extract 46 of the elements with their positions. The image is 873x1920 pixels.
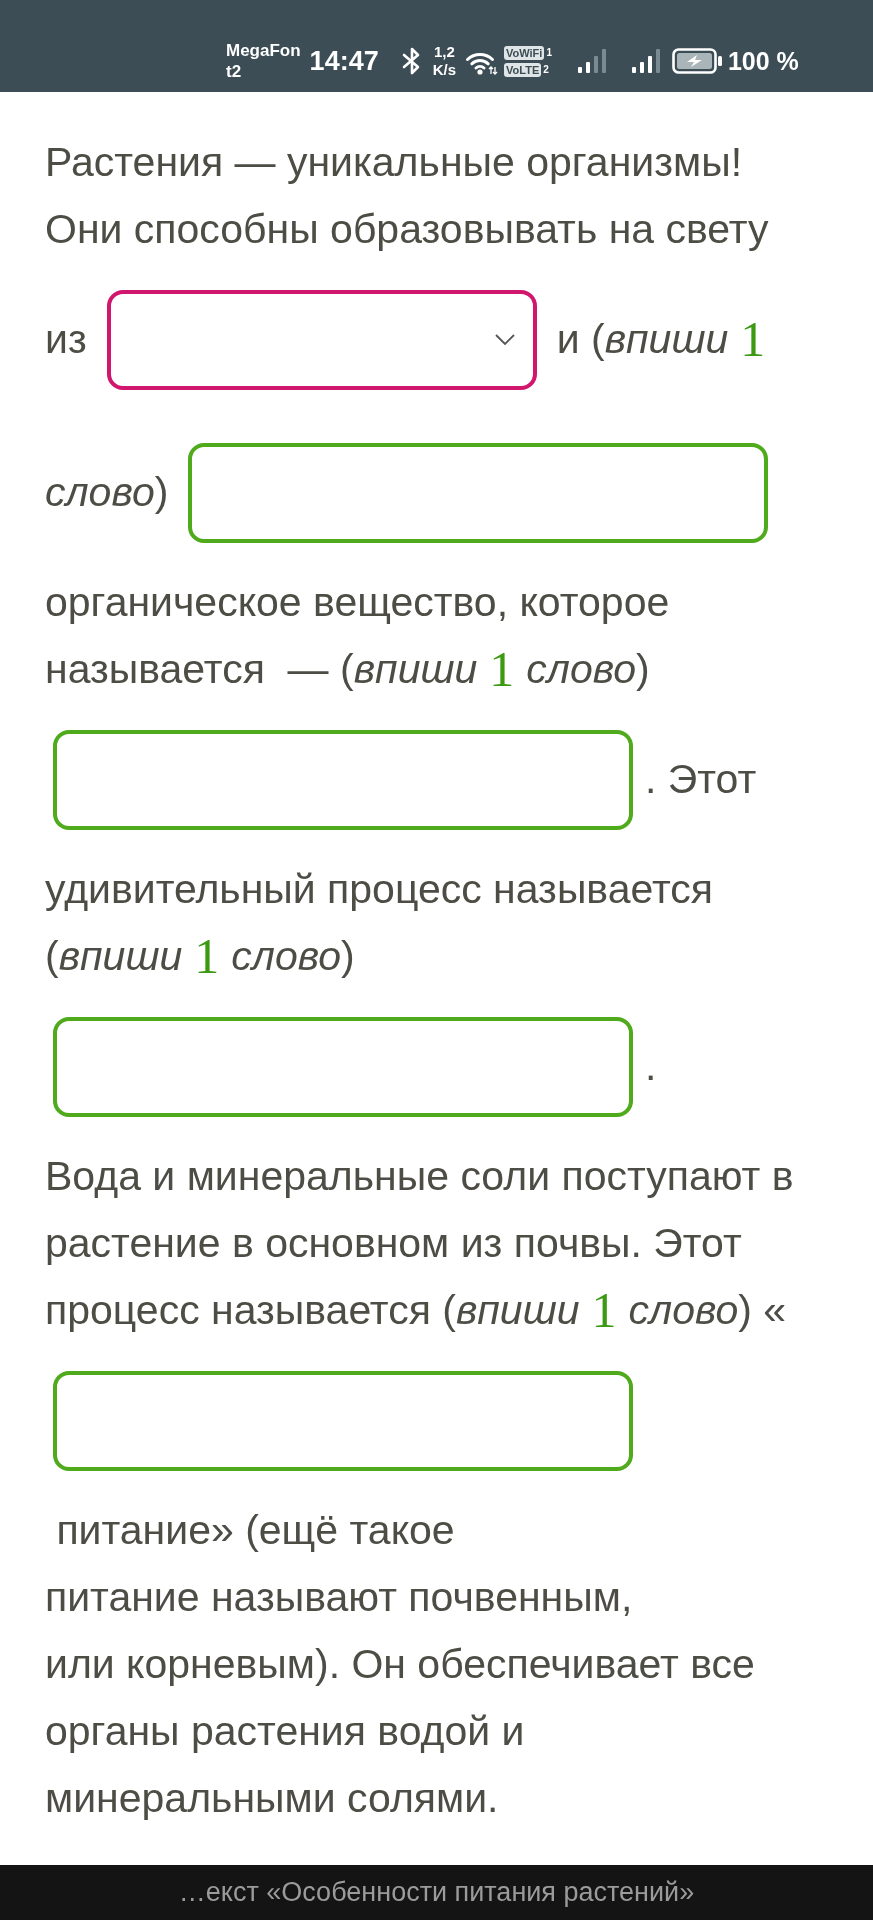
chevron-down-icon [494, 334, 515, 345]
dropdown-field[interactable] [106, 289, 537, 390]
question-text: слово) « [628, 1285, 787, 1335]
word-count: 1 [194, 929, 220, 984]
question-text: слово) [45, 467, 169, 517]
question-text: питание» (ещё такое [55, 1505, 455, 1555]
word-count: 1 [591, 1283, 617, 1338]
question-text: Вода и минеральные соли поступают в [45, 1151, 794, 1201]
question-text: (впиши [45, 931, 183, 981]
carrier-name: t2 [226, 61, 243, 82]
question-text: или корневым). Он обеспечивает все [45, 1639, 755, 1689]
network-speed: 1,2 [433, 43, 455, 61]
question-text: органическое вещество, которое [45, 577, 670, 627]
battery-percent: 100 % [727, 46, 799, 76]
question-text: удивительный процесс называется [45, 864, 713, 914]
question-text: слово) [526, 644, 650, 694]
question-text: из [45, 314, 87, 364]
question-text: органы растения водой и [45, 1706, 525, 1756]
word-count: 1 [740, 312, 766, 367]
question-text: питание называют почвенным, [45, 1572, 633, 1622]
carrier-name: MegaFon [226, 40, 301, 61]
question-text: Они способны образовывать на свету [45, 204, 769, 254]
sim-number: 1 [546, 46, 552, 59]
question-text: . Этот [645, 754, 757, 804]
question-text: процесс называется (впиши [45, 1285, 580, 1335]
sim-number: 2 [543, 63, 549, 76]
answer-field[interactable] [53, 1370, 633, 1471]
clock-time: 14:47 [309, 45, 379, 77]
answer-field[interactable] [53, 1016, 633, 1117]
question-text: и (впиши [556, 314, 729, 364]
network-badge: VoLTE [504, 62, 542, 77]
document-title: …екст «Особенности питания растений» [178, 1877, 695, 1908]
network-badge: VoWiFi [504, 45, 545, 60]
question-text: . [645, 1041, 657, 1091]
battery-charging-icon [671, 48, 722, 74]
question-text: минеральными солями. [45, 1773, 499, 1823]
signal-bars-icon [631, 49, 662, 73]
question-text: Растения — уникальные организмы! [45, 137, 743, 187]
question-text: слово) [231, 931, 355, 981]
answer-field[interactable] [53, 729, 633, 830]
speed-unit: K/s [432, 61, 456, 79]
answer-field[interactable] [188, 442, 769, 543]
question-text: растение в основном из почвы. Этот [45, 1218, 742, 1268]
question-text: называется — (впиши [45, 644, 478, 694]
word-count: 1 [489, 642, 515, 697]
signal-bars-icon [577, 49, 608, 73]
